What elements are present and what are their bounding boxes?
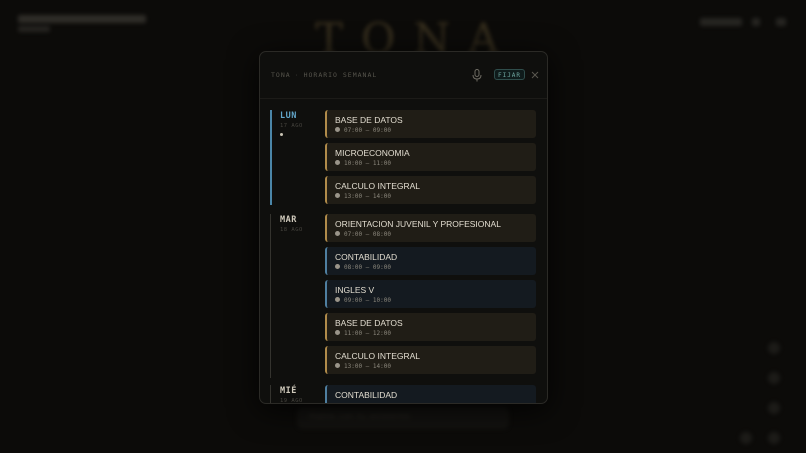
class-card[interactable]: BASE DE DATOS 07:00 — 09:00: [325, 110, 536, 138]
class-title: ORIENTACION JUVENIL Y PROFESIONAL: [335, 219, 501, 229]
class-time-text: 13:00 — 14:00: [344, 363, 391, 370]
day-label-mar: MAR: [280, 215, 297, 225]
class-title: CONTABILIDAD: [335, 390, 398, 400]
class-time-text: 08:00 — 09:00: [344, 264, 391, 271]
class-title: BASE DE DATOS: [335, 115, 403, 125]
background-dock-icon: [768, 372, 780, 384]
day-date-mar: 18 AGO: [280, 227, 303, 233]
breadcrumb-separator: ·: [294, 71, 300, 79]
background-grid-icon: [776, 18, 786, 26]
breadcrumb-page: HORARIO SEMANAL: [303, 71, 378, 79]
clock-icon: [335, 297, 340, 302]
class-card[interactable]: CONTABILIDAD: [325, 385, 536, 403]
clock-icon: [335, 264, 340, 269]
microphone-icon[interactable]: [472, 69, 482, 82]
clock-icon: [335, 193, 340, 198]
class-card[interactable]: CONTABILIDAD 08:00 — 09:00: [325, 247, 536, 275]
class-card[interactable]: INGLES V 09:00 — 10:00: [325, 280, 536, 308]
class-title: MICROECONOMIA: [335, 148, 410, 158]
breadcrumb: TONA · HORARIO SEMANAL: [271, 71, 377, 79]
day-date-mie: 19 AGO: [280, 398, 303, 404]
background-dock-icon: [768, 402, 780, 414]
class-time: 07:00 — 08:00: [335, 231, 391, 238]
day-rail-lun: [270, 110, 272, 205]
class-time: 07:00 — 09:00: [335, 127, 391, 134]
day-label-mie: MIÉ: [280, 386, 297, 396]
class-time-text: 11:00 — 12:00: [344, 330, 391, 337]
day-label-lun: LUN: [280, 111, 297, 121]
today-indicator: [280, 133, 283, 136]
day-rail-mar: [270, 214, 271, 378]
background-title-bar: [18, 15, 146, 23]
class-time-text: 07:00 — 08:00: [344, 231, 391, 238]
background-edit-icon: [740, 432, 752, 444]
panel-header: TONA · HORARIO SEMANAL FIJAR: [260, 52, 547, 99]
class-card[interactable]: CALCULO INTEGRAL 13:00 — 14:00: [325, 176, 536, 204]
background-dock-icon: [768, 342, 780, 354]
class-card[interactable]: MICROECONOMIA 10:00 — 11:00: [325, 143, 536, 171]
class-time: 08:00 — 09:00: [335, 264, 391, 271]
class-time: 13:00 — 14:00: [335, 193, 391, 200]
background-dock-icon: [768, 432, 780, 444]
background-chat-placeholder: Habla con tu asistente: [309, 412, 411, 422]
class-time: 09:00 — 10:00: [335, 297, 391, 304]
weekly-schedule-panel: TONA · HORARIO SEMANAL FIJAR LUN 17 AGO BA…: [259, 51, 548, 404]
day-date-lun: 17 AGO: [280, 123, 303, 129]
class-time-text: 09:00 — 10:00: [344, 297, 391, 304]
class-title: CALCULO INTEGRAL: [335, 181, 421, 191]
background-subtitle-bar: [18, 26, 50, 32]
class-title: BASE DE DATOS: [335, 318, 403, 328]
day-rail-mie: [270, 385, 271, 403]
class-time-text: 13:00 — 14:00: [344, 193, 391, 200]
class-title: CONTABILIDAD: [335, 252, 398, 262]
clock-icon: [335, 363, 340, 368]
class-time: 10:00 — 11:00: [335, 160, 391, 167]
clock-icon: [335, 231, 340, 236]
close-icon[interactable]: [531, 71, 539, 79]
clock-icon: [335, 127, 340, 132]
clock-icon: [335, 160, 340, 165]
class-card[interactable]: BASE DE DATOS 11:00 — 12:00: [325, 313, 536, 341]
class-time-text: 10:00 — 11:00: [344, 160, 391, 167]
class-title: INGLES V: [335, 285, 375, 295]
pin-button[interactable]: FIJAR: [494, 69, 525, 80]
class-time: 11:00 — 12:00: [335, 330, 391, 337]
clock-icon: [335, 330, 340, 335]
breadcrumb-app: TONA: [271, 71, 291, 79]
class-time: 13:00 — 14:00: [335, 363, 391, 370]
class-card[interactable]: CALCULO INTEGRAL 13:00 — 14:00: [325, 346, 536, 374]
class-title: CALCULO INTEGRAL: [335, 351, 421, 361]
class-card[interactable]: ORIENTACION JUVENIL Y PROFESIONAL 07:00 …: [325, 214, 536, 242]
background-status-bar: [700, 18, 742, 26]
background-menu-icon: [752, 18, 760, 26]
class-time-text: 07:00 — 09:00: [344, 127, 391, 134]
